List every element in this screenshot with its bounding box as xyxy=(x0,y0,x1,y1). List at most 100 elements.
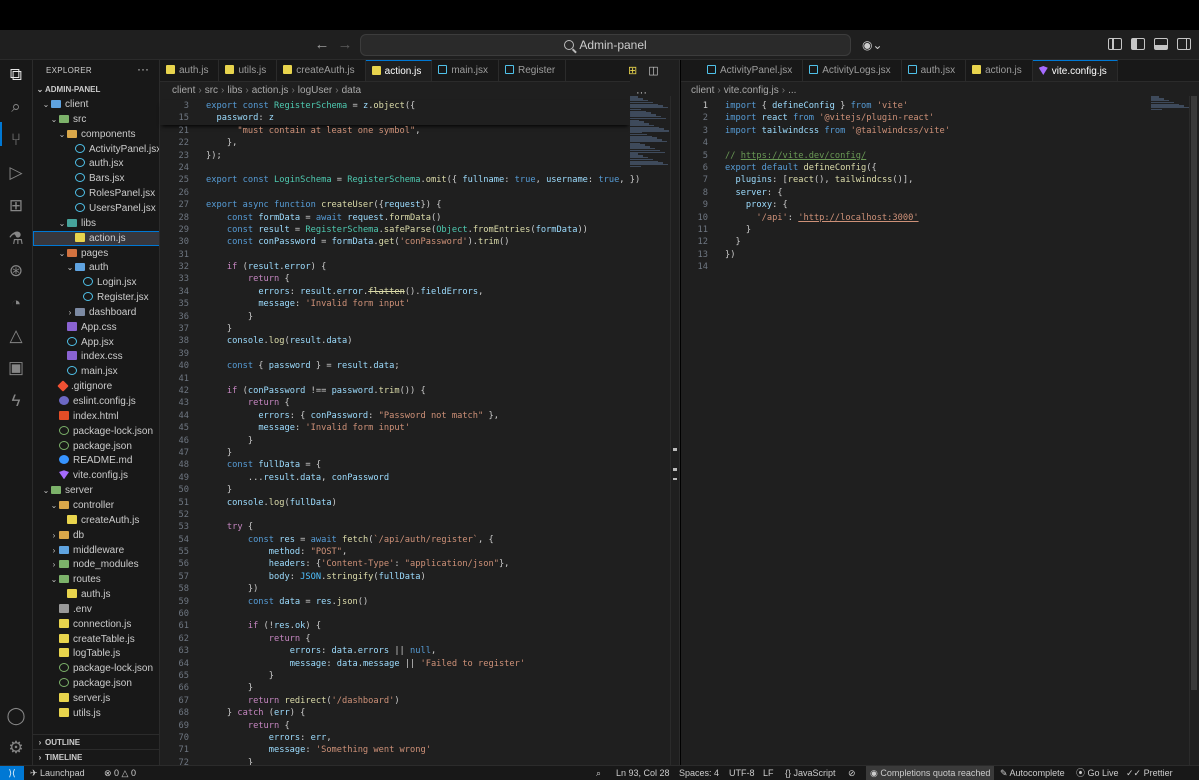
tree-item[interactable]: createTable.js xyxy=(33,632,159,647)
breadcrumb-item[interactable]: ... xyxy=(788,85,796,96)
tree-item[interactable]: package-lock.json xyxy=(33,424,159,439)
indentation[interactable]: Spaces: 4 xyxy=(679,766,719,780)
tree-item[interactable]: index.html xyxy=(33,409,159,424)
scrollbar-left[interactable] xyxy=(670,96,678,765)
tab-action-js[interactable]: action.js xyxy=(365,60,433,81)
breadcrumb-item[interactable]: src xyxy=(205,85,218,96)
settings-gear-icon[interactable]: ⚙ xyxy=(5,737,27,759)
tab-utils-js[interactable]: utils.js xyxy=(219,60,278,81)
arrow-left-icon[interactable]: ← xyxy=(313,36,331,54)
tree-item[interactable]: RolesPanel.jsx xyxy=(33,186,159,201)
explorer-icon[interactable]: ⧉ xyxy=(5,64,27,86)
tree-item[interactable]: UsersPanel.jsx xyxy=(33,201,159,216)
tab-auth-jsx[interactable]: auth.jsx xyxy=(902,60,967,81)
tree-item[interactable]: ⌄ libs xyxy=(33,216,159,231)
code-area-right[interactable]: 1 import { defineConfig } from 'vite' 2 imp… xyxy=(679,100,1149,273)
tree-item[interactable]: createAuth.js xyxy=(33,513,159,528)
tree-item[interactable]: index.css xyxy=(33,349,159,364)
testing-icon[interactable]: ⚗ xyxy=(5,228,27,250)
tree-item[interactable]: Bars.jsx xyxy=(33,171,159,186)
tree-item[interactable]: ⌄ components xyxy=(33,127,159,142)
split-editor-icon[interactable]: ◫ xyxy=(648,65,658,77)
azure-icon[interactable]: △ xyxy=(5,325,27,347)
tree-item[interactable]: logTable.js xyxy=(33,646,159,661)
tab-createauth-js[interactable]: createAuth.js xyxy=(277,60,366,81)
breadcrumb-item[interactable]: vite.config.js xyxy=(724,85,779,96)
tree-item[interactable]: › db xyxy=(33,528,159,543)
tree-item[interactable]: ⌄ src xyxy=(33,112,159,127)
breadcrumb-item[interactable]: client xyxy=(172,85,195,96)
arrow-right-icon[interactable]: → xyxy=(336,36,354,54)
tree-item[interactable]: ⌄ routes xyxy=(33,572,159,587)
breadcrumb-item[interactable]: logUser xyxy=(298,85,332,96)
account-icon[interactable]: ◯ xyxy=(5,705,27,727)
tree-item[interactable]: eslint.config.js xyxy=(33,394,159,409)
end-of-line[interactable]: LF xyxy=(763,766,774,780)
tree-item[interactable]: ⌄ controller xyxy=(33,498,159,513)
tree-item[interactable]: ⌄ client xyxy=(33,97,159,112)
tree-item[interactable]: App.css xyxy=(33,320,159,335)
tab-auth-js[interactable]: auth.js xyxy=(160,60,220,81)
tree-item[interactable]: Register.jsx xyxy=(33,290,159,305)
tree-item[interactable]: Login.jsx xyxy=(33,275,159,290)
tree-item[interactable]: README.md xyxy=(33,453,159,468)
tree-item[interactable]: ActivityPanel.jsx xyxy=(33,142,159,157)
thunder-client-icon[interactable]: ϟ xyxy=(5,390,27,412)
run-debug-icon[interactable]: ▷ xyxy=(5,162,27,184)
customize-layout-icon[interactable] xyxy=(1108,38,1122,50)
tree-item[interactable]: main.jsx xyxy=(33,364,159,379)
tree-item[interactable]: package.json xyxy=(33,676,159,691)
toggle-primary-sidebar-icon[interactable] xyxy=(1131,38,1145,50)
go-live-item[interactable]: ⦿ Go Live xyxy=(1076,766,1119,780)
language-mode[interactable]: {} JavaScript xyxy=(785,766,836,780)
outline-section[interactable]: › OUTLINE xyxy=(33,734,159,750)
breadcrumb-item[interactable]: client xyxy=(691,85,714,96)
tree-item[interactable]: utils.js xyxy=(33,706,159,721)
tree-item[interactable]: › dashboard xyxy=(33,305,159,320)
tree-item[interactable]: action.js xyxy=(33,230,159,246)
breadcrumb-item[interactable]: data xyxy=(342,85,361,96)
tab-activitylogs-jsx[interactable]: ActivityLogs.jsx xyxy=(803,60,902,81)
prettier-item[interactable]: ✓✓ Prettier xyxy=(1126,766,1173,780)
tree-item[interactable]: auth.js xyxy=(33,587,159,602)
tab-register[interactable]: Register xyxy=(499,60,567,81)
tree-item[interactable]: ⌄ server xyxy=(33,483,159,498)
more-actions-button[interactable]: ··· xyxy=(137,62,149,76)
launchpad-item[interactable]: ✈ Launchpad xyxy=(30,766,85,780)
tree-item[interactable]: connection.js xyxy=(33,617,159,632)
tab-main-jsx[interactable]: main.jsx xyxy=(432,60,500,81)
completions-status[interactable]: ◉ Completions quota reached xyxy=(866,766,995,780)
workspace-root[interactable]: ⌄ ADMIN-PANEL xyxy=(33,82,159,97)
encoding[interactable]: UTF-8 xyxy=(729,766,755,780)
tree-item[interactable]: › middleware xyxy=(33,543,159,558)
no-bell-icon[interactable]: ⊘ xyxy=(848,766,856,780)
tree-item[interactable]: auth.jsx xyxy=(33,156,159,171)
tab-action-js[interactable]: action.js xyxy=(966,60,1033,81)
git-graph-icon[interactable]: ⊛ xyxy=(5,260,27,282)
zoom-icon[interactable]: ⌕ xyxy=(596,766,601,780)
command-center-search[interactable]: Admin-panel xyxy=(360,34,851,56)
extensions-icon[interactable]: ⊞ xyxy=(5,195,27,217)
cursor-position[interactable]: Ln 93, Col 28 xyxy=(616,766,670,780)
tree-item[interactable]: vite.config.js xyxy=(33,468,159,483)
search-icon[interactable]: ⌕ xyxy=(5,96,27,118)
problems-item[interactable]: ⊗ 0 △ 0 xyxy=(104,766,136,780)
tree-item[interactable]: App.jsx xyxy=(33,335,159,350)
scrollbar-thumb[interactable] xyxy=(1191,96,1197,690)
open-preview-icon[interactable]: ⊞ xyxy=(628,65,637,77)
container-icon[interactable]: ▣ xyxy=(5,357,27,379)
breadcrumb-item[interactable]: libs xyxy=(227,85,242,96)
tree-item[interactable]: .gitignore xyxy=(33,379,159,394)
toggle-panel-icon[interactable] xyxy=(1154,38,1168,50)
code-area-left[interactable]: 3 export const RegisterSchema = z.object(… xyxy=(160,100,640,769)
tree-item[interactable]: › node_modules xyxy=(33,557,159,572)
tree-item[interactable]: server.js xyxy=(33,691,159,706)
autocomplete-item[interactable]: ✎ Autocomplete xyxy=(1000,766,1065,780)
remote-indicator[interactable]: ⟩⟨ xyxy=(0,766,24,780)
tab-vite-config-js[interactable]: vite.config.js xyxy=(1032,60,1118,81)
tree-item[interactable]: ⌄ auth xyxy=(33,260,159,275)
tree-item[interactable]: package-lock.json xyxy=(33,661,159,676)
timeline-section[interactable]: › TIMELINE xyxy=(33,749,159,765)
scrollbar-right[interactable] xyxy=(1189,96,1197,765)
sticky-scroll-header[interactable]: 3 export const RegisterSchema = z.object(… xyxy=(160,100,630,125)
